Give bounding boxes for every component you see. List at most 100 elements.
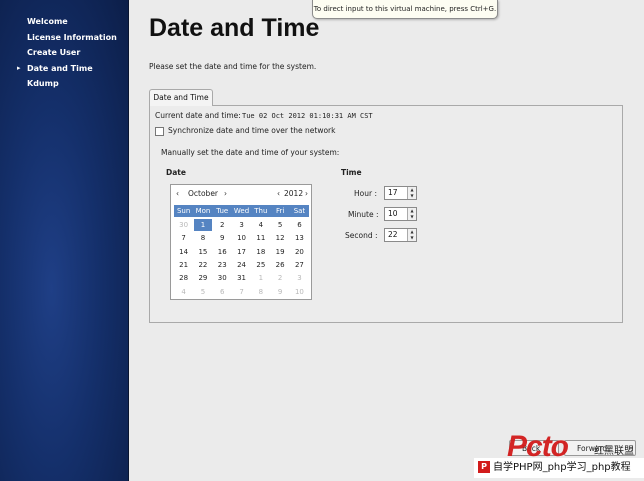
calendar-day[interactable]: 10: [233, 232, 251, 244]
watermark-footer: P 自学PHP网_php学习_php教程: [474, 458, 644, 478]
calendar-weekday-header: Sun Mon Tue Wed Thu Fri Sat: [174, 205, 309, 217]
second-spin-buttons[interactable]: ▲ ▼: [407, 229, 416, 241]
minute-value[interactable]: 10: [388, 208, 398, 220]
vm-input-tooltip: To direct input to this virtual machine,…: [312, 0, 498, 19]
spin-down-icon[interactable]: ▼: [408, 235, 416, 241]
minute-label: Minute :: [348, 210, 379, 219]
calendar-day[interactable]: 24: [233, 259, 251, 271]
weekday-label: Mon: [195, 207, 211, 215]
calendar-day[interactable]: 9: [271, 286, 289, 298]
manual-set-label: Manually set the date and time of your s…: [161, 148, 340, 157]
calendar: ‹ October › ‹ 2012 › Sun Mon Tue Wed Thu…: [170, 184, 312, 300]
calendar-day[interactable]: 13: [290, 232, 308, 244]
calendar-day[interactable]: 9: [213, 232, 231, 244]
calendar-day[interactable]: 2: [213, 219, 231, 231]
sidebar-item-kdump[interactable]: Kdump: [0, 76, 129, 92]
calendar-day[interactable]: 3: [290, 272, 308, 284]
prev-year-icon[interactable]: ‹: [277, 185, 280, 203]
watermark-footer-text: 自学PHP网_php学习_php教程: [493, 462, 631, 473]
tab-date-and-time[interactable]: Date and Time: [149, 89, 213, 106]
weekday-label: Tue: [216, 207, 229, 215]
calendar-header: ‹ October › ‹ 2012 ›: [171, 185, 311, 203]
sidebar-item-label: Date and Time: [27, 63, 93, 73]
weekday-label: Fri: [275, 207, 285, 215]
spin-down-icon[interactable]: ▼: [408, 214, 416, 220]
calendar-day[interactable]: 30: [175, 219, 193, 231]
hour-spin-buttons[interactable]: ▲ ▼: [407, 187, 416, 199]
calendar-day[interactable]: 15: [194, 246, 212, 258]
calendar-year: 2012: [284, 189, 304, 198]
calendar-day[interactable]: 5: [271, 219, 289, 231]
watermark-brand: 红黑联盟: [594, 446, 634, 457]
time-heading: Time: [341, 168, 362, 177]
calendar-day[interactable]: 10: [290, 286, 308, 298]
calendar-day[interactable]: 11: [252, 232, 270, 244]
weekday-label: Thu: [254, 207, 268, 215]
sync-network-checkbox[interactable]: [155, 127, 164, 136]
next-month-icon[interactable]: ›: [224, 185, 227, 203]
calendar-day[interactable]: 28: [175, 272, 193, 284]
calendar-day[interactable]: 6: [290, 219, 308, 231]
calendar-day[interactable]: 8: [194, 232, 212, 244]
sidebar-item-create-user[interactable]: Create User: [0, 45, 129, 61]
calendar-day[interactable]: 17: [233, 246, 251, 258]
sidebar-item-date-and-time[interactable]: ▸ Date and Time: [0, 61, 129, 77]
sidebar-item-label: Create User: [27, 48, 81, 58]
calendar-day[interactable]: 30: [213, 272, 231, 284]
next-year-icon[interactable]: ›: [305, 185, 308, 203]
calendar-day[interactable]: 20: [290, 246, 308, 258]
calendar-day[interactable]: 4: [252, 219, 270, 231]
minute-spinbutton[interactable]: 10 ▲ ▼: [384, 207, 417, 221]
calendar-day[interactable]: 16: [213, 246, 231, 258]
current-datetime-value: Tue 02 Oct 2012 01:10:31 AM CST: [242, 112, 373, 120]
calendar-month: October: [188, 189, 219, 198]
calendar-day[interactable]: 12: [271, 232, 289, 244]
second-value[interactable]: 22: [388, 229, 398, 241]
spin-down-icon[interactable]: ▼: [408, 193, 416, 199]
weekday-label: Wed: [233, 207, 250, 215]
sidebar-item-label: Welcome: [27, 17, 68, 26]
calendar-day[interactable]: 2: [271, 272, 289, 284]
sidebar-item-welcome[interactable]: Welcome: [0, 14, 129, 30]
calendar-day[interactable]: 8: [252, 286, 270, 298]
calendar-day[interactable]: 25: [252, 259, 270, 271]
sidebar-nav: Welcome License Information Create User …: [0, 14, 129, 92]
calendar-day[interactable]: 18: [252, 246, 270, 258]
sidebar-item-label: License Information: [27, 32, 117, 42]
hour-label: Hour :: [354, 189, 377, 198]
weekday-label: Sat: [293, 207, 306, 215]
calendar-day[interactable]: 29: [194, 272, 212, 284]
calendar-day[interactable]: 14: [175, 246, 193, 258]
sidebar-item-label: Kdump: [27, 79, 59, 89]
sidebar-item-license-information[interactable]: License Information: [0, 30, 129, 46]
current-step-arrow-icon: ▸: [17, 63, 21, 72]
calendar-day[interactable]: 31: [233, 272, 251, 284]
calendar-day[interactable]: 19: [271, 246, 289, 258]
hour-value[interactable]: 17: [388, 187, 398, 199]
calendar-day[interactable]: 7: [233, 286, 251, 298]
page-subtitle: Please set the date and time for the sys…: [149, 62, 317, 71]
weekday-label: Sun: [176, 207, 191, 215]
calendar-day[interactable]: 7: [175, 232, 193, 244]
calendar-day[interactable]: 27: [290, 259, 308, 271]
calendar-day[interactable]: 26: [271, 259, 289, 271]
sidebar: Welcome License Information Create User …: [0, 0, 129, 481]
sync-network-label[interactable]: Synchronize date and time over the netwo…: [168, 126, 336, 135]
calendar-day[interactable]: 23: [213, 259, 231, 271]
watermark-p-icon: P: [478, 461, 490, 473]
minute-spin-buttons[interactable]: ▲ ▼: [407, 208, 416, 220]
calendar-day[interactable]: 21: [175, 259, 193, 271]
calendar-day[interactable]: 1: [252, 272, 270, 284]
calendar-day[interactable]: 1: [193, 219, 212, 231]
date-heading: Date: [166, 168, 186, 177]
prev-month-icon[interactable]: ‹: [176, 185, 179, 203]
calendar-day[interactable]: 5: [194, 286, 212, 298]
second-label: Second :: [345, 231, 378, 240]
calendar-day[interactable]: 22: [194, 259, 212, 271]
second-spinbutton[interactable]: 22 ▲ ▼: [384, 228, 417, 242]
calendar-day[interactable]: 3: [233, 219, 251, 231]
hour-spinbutton[interactable]: 17 ▲ ▼: [384, 186, 417, 200]
current-datetime-label: Current date and time:: [155, 111, 241, 120]
calendar-day[interactable]: 4: [175, 286, 193, 298]
calendar-day[interactable]: 6: [213, 286, 231, 298]
